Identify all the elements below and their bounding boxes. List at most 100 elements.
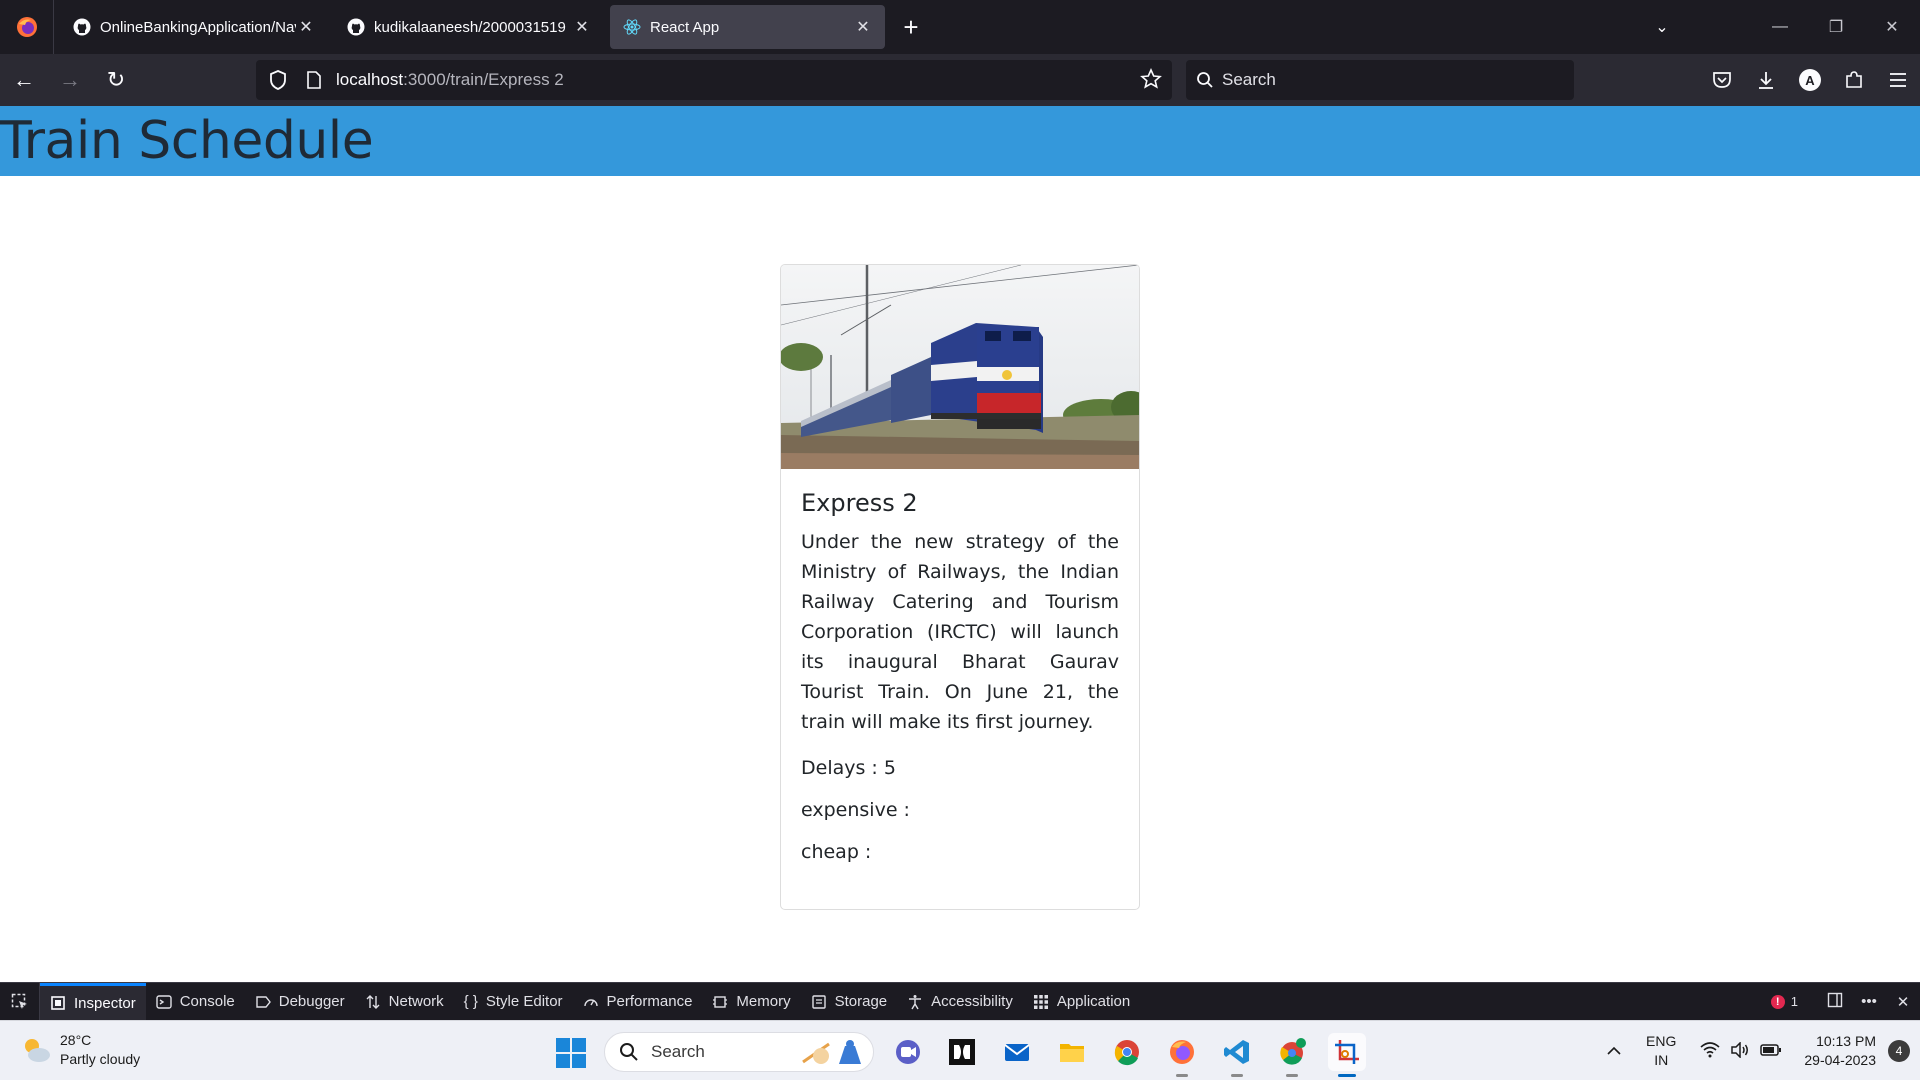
back-icon[interactable]: ←: [2, 60, 46, 100]
weather-widget[interactable]: 28°C Partly cloudy: [20, 1031, 140, 1069]
clock-date: 29-04-2023: [1804, 1052, 1876, 1068]
file-explorer-icon[interactable]: [1053, 1033, 1091, 1071]
wifi-icon[interactable]: [1700, 1041, 1720, 1061]
list-all-tabs-icon[interactable]: ⌄: [1632, 17, 1692, 37]
show-hidden-icons-icon[interactable]: [1606, 1043, 1622, 1059]
error-count: 1: [1790, 994, 1798, 1009]
expensive-field: expensive :: [801, 799, 910, 821]
card-body: Express 2 Under the new strategy of the …: [781, 469, 1139, 883]
cheap-field: cheap :: [801, 841, 872, 863]
weather-condition: Partly cloudy: [60, 1051, 141, 1067]
console-icon: [156, 994, 172, 1010]
tab-label: Memory: [736, 993, 791, 1010]
github-icon: [346, 17, 366, 37]
address-bar[interactable]: localhost:3000/train/Express 2: [256, 60, 1172, 100]
devtools-tab-storage[interactable]: Storage: [801, 983, 898, 1021]
close-icon[interactable]: ✕: [296, 17, 316, 37]
snipping-tool-icon[interactable]: [1328, 1033, 1366, 1077]
search-highlight-icon: [802, 1040, 861, 1064]
tab-label: Inspector: [74, 994, 136, 1012]
region-code: IN: [1654, 1052, 1669, 1068]
error-icon: !: [1770, 994, 1785, 1009]
storage-icon: [811, 994, 827, 1010]
pocket-icon[interactable]: [1700, 60, 1744, 100]
search-icon: [1197, 72, 1213, 88]
application-icon: [1033, 994, 1049, 1010]
tab-github-repo[interactable]: kudikalaaneesh/2000031519 ✕: [334, 5, 604, 49]
restore-icon[interactable]: ❐: [1808, 17, 1864, 37]
search-label: Search: [651, 1042, 705, 1061]
mail-icon[interactable]: [998, 1033, 1036, 1071]
search-bar[interactable]: Search: [1186, 60, 1574, 100]
bookmark-star-icon[interactable]: [1140, 68, 1162, 95]
extensions-icon[interactable]: [1832, 60, 1876, 100]
tab-label: Accessibility: [931, 993, 1013, 1010]
page-title: Train Schedule: [0, 111, 374, 171]
chrome-icon[interactable]: [1108, 1033, 1146, 1071]
account-icon[interactable]: A: [1788, 60, 1832, 100]
running-indicator: [1176, 1074, 1188, 1077]
system-tray: ENG IN 10:13 PM 29-04-2023 4: [1606, 1021, 1920, 1080]
tab-label: Performance: [606, 993, 693, 1010]
windows-taskbar: 28°C Partly cloudy Search ENG IN 10:13 P…: [0, 1020, 1920, 1080]
search-placeholder: Search: [1222, 70, 1276, 89]
train-image: [781, 265, 1139, 469]
devtools-tab-accessibility[interactable]: Accessibility: [897, 983, 1023, 1021]
error-count-badge[interactable]: ! 1: [1770, 994, 1798, 1009]
devtools-tab-performance[interactable]: Performance: [573, 983, 703, 1021]
browser-nav-bar: ← → ↻ localhost:3000/train/Express 2 Sea…: [0, 54, 1920, 106]
performance-icon: [583, 994, 599, 1010]
dolby-icon[interactable]: [943, 1033, 981, 1071]
tab-react-app[interactable]: React App ✕: [610, 5, 885, 49]
memory-icon: [712, 994, 728, 1010]
chrome-profile-icon[interactable]: [1273, 1033, 1311, 1077]
running-indicator: [1338, 1074, 1356, 1077]
new-tab-button[interactable]: +: [891, 7, 931, 47]
vscode-icon[interactable]: [1218, 1033, 1256, 1077]
firefox-menu-icon[interactable]: [0, 0, 54, 54]
tab-label: Network: [388, 993, 444, 1010]
temperature: 28°C: [60, 1032, 92, 1048]
inspector-icon: [50, 995, 66, 1011]
taskbar-search[interactable]: Search: [604, 1032, 874, 1072]
tab-label: Style Editor: [485, 993, 563, 1010]
windows-start-icon[interactable]: [556, 1038, 586, 1073]
clock[interactable]: 10:13 PM 29-04-2023: [1804, 1032, 1876, 1070]
train-card: Express 2 Under the new strategy of the …: [780, 264, 1140, 910]
page-icon[interactable]: [300, 71, 328, 89]
volume-icon[interactable]: [1730, 1040, 1750, 1061]
tab-title: kudikalaaneesh/2000031519: [374, 18, 566, 36]
firefox-icon[interactable]: [1163, 1033, 1201, 1077]
devtools-tab-inspector[interactable]: Inspector: [40, 982, 146, 1021]
minimize-icon[interactable]: —: [1752, 18, 1808, 36]
tab-label: Console: [179, 993, 235, 1010]
close-devtools-icon[interactable]: ✕: [1886, 993, 1920, 1011]
more-options-icon[interactable]: •••: [1852, 993, 1886, 1010]
devtools-tab-console[interactable]: Console: [146, 983, 245, 1021]
element-picker-icon[interactable]: [0, 982, 40, 1021]
dock-side-icon[interactable]: [1818, 992, 1852, 1012]
close-icon[interactable]: ✕: [572, 17, 592, 37]
forward-icon[interactable]: →: [48, 60, 92, 100]
devtools-tab-application[interactable]: Application: [1023, 983, 1140, 1021]
devtools-toolbar: Inspector Console Debugger Network { } St…: [0, 982, 1920, 1021]
download-icon[interactable]: [1744, 60, 1788, 100]
devtools-tab-style-editor[interactable]: { } Style Editor: [454, 983, 573, 1021]
input-language[interactable]: ENG IN: [1646, 1032, 1676, 1070]
shield-icon[interactable]: [256, 70, 300, 90]
notification-badge[interactable]: 4: [1888, 1040, 1910, 1062]
close-icon[interactable]: ✕: [853, 17, 873, 37]
battery-icon[interactable]: [1760, 1043, 1782, 1060]
devtools-tab-memory[interactable]: Memory: [702, 983, 800, 1021]
devtools-tab-debugger[interactable]: Debugger: [245, 983, 355, 1021]
hamburger-menu-icon[interactable]: [1876, 60, 1920, 100]
react-icon: [622, 17, 642, 37]
reload-icon[interactable]: ↻: [94, 60, 138, 100]
partly-cloudy-icon: [25, 1039, 50, 1062]
window-close-icon[interactable]: ✕: [1864, 17, 1920, 37]
devtools-tab-network[interactable]: Network: [355, 983, 454, 1021]
train-description: Under the new strategy of the Ministry o…: [801, 531, 1119, 733]
clock-time: 10:13 PM: [1816, 1033, 1876, 1049]
meet-icon[interactable]: [889, 1033, 927, 1071]
tab-github-banking[interactable]: OnlineBankingApplication/Navi ✕: [60, 5, 328, 49]
